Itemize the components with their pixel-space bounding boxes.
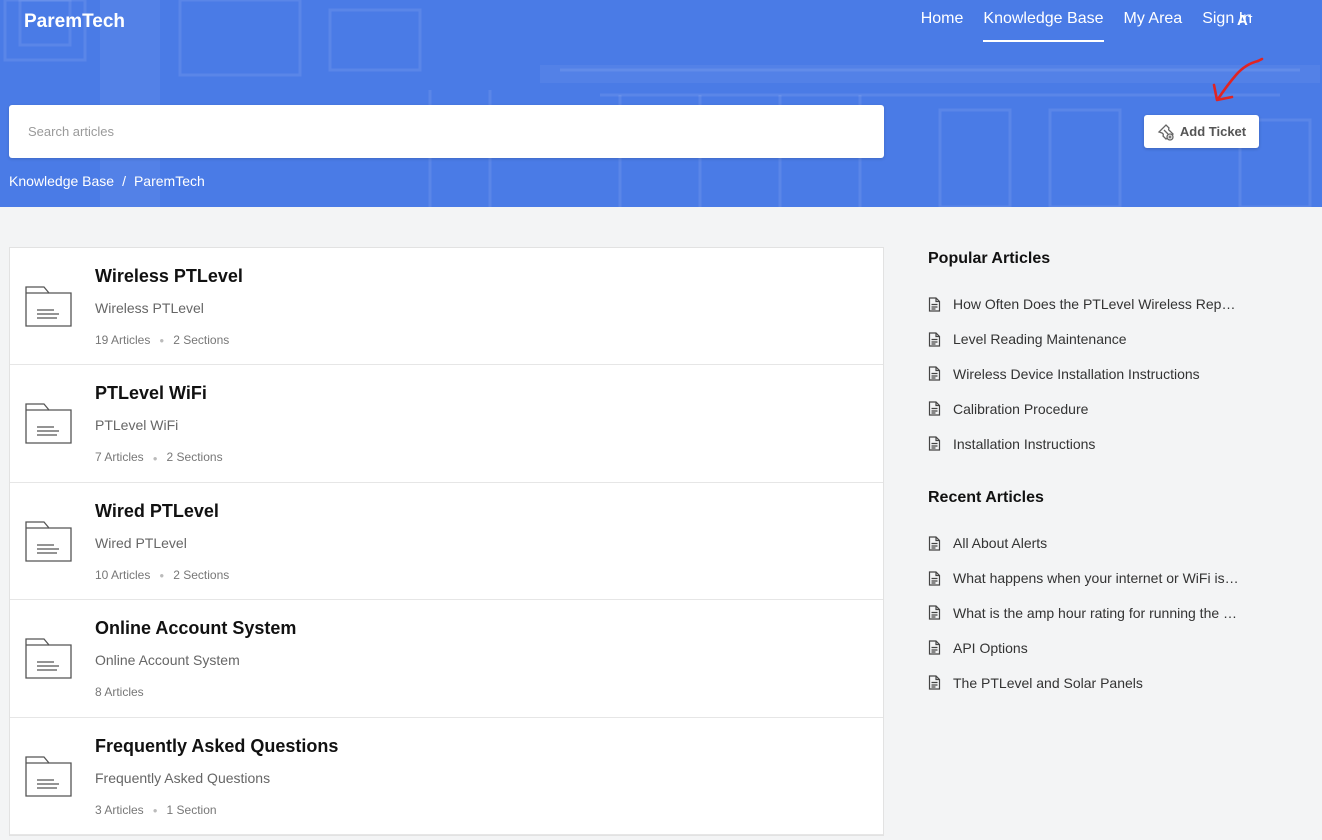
category-meta: 3 Articles ● 1 Section: [95, 803, 217, 817]
article-title: How Often Does the PTLevel Wireless Repo…: [953, 296, 1239, 313]
article-title: The PTLevel and Solar Panels: [953, 674, 1143, 691]
add-ticket-button[interactable]: Add Ticket: [1144, 115, 1259, 148]
document-icon: [928, 366, 941, 382]
breadcrumb-separator: /: [122, 173, 126, 189]
nav-my-area[interactable]: My Area: [1124, 10, 1183, 40]
nav-home[interactable]: Home: [921, 10, 964, 40]
folder-icon: [25, 286, 72, 327]
category-title[interactable]: Wireless PTLevel: [95, 266, 243, 287]
category-title[interactable]: Wired PTLevel: [95, 501, 219, 522]
category-item[interactable]: Frequently Asked Questions Frequently As…: [10, 718, 883, 835]
article-count: 3 Articles: [95, 802, 144, 817]
document-icon: [928, 436, 941, 451]
red-arrow-annotation: [1212, 57, 1264, 102]
recent-articles-heading: Recent Articles: [928, 489, 1044, 506]
article-title: All About Alerts: [953, 535, 1048, 552]
document-icon: [928, 571, 941, 586]
folder-icon: [25, 755, 72, 797]
document-icon: [928, 297, 941, 312]
accessibility-button[interactable]: A+: [1237, 12, 1253, 29]
popular-article-link[interactable]: Wireless Device Installation Instruction…: [928, 357, 1248, 392]
article-title: What is the amp hour rating for running …: [953, 604, 1239, 621]
ticket-icon: [1157, 123, 1174, 141]
article-title: Calibration Procedure: [953, 400, 1089, 417]
category-description: Wireless PTLevel: [95, 300, 204, 316]
document-icon: [928, 640, 941, 655]
brand-logo[interactable]: ParemTech: [24, 11, 125, 33]
section-count: 2 Sections: [173, 567, 230, 582]
header-banner: ParemTech Home Knowledge Base My Area Si…: [0, 0, 1322, 207]
popular-articles-heading: Popular Articles: [928, 250, 1051, 267]
article-count: 8 Articles: [95, 685, 144, 700]
category-description: Wired PTLevel: [95, 534, 187, 551]
recent-articles-panel: Recent Articles All About Alerts What ha…: [928, 489, 1248, 700]
category-title[interactable]: Online Account System: [95, 618, 296, 639]
popular-articles-list: How Often Does the PTLevel Wireless Repo…: [928, 287, 1248, 461]
article-title: Level Reading Maintenance: [953, 331, 1127, 348]
category-meta: 8 Articles: [95, 685, 144, 699]
document-icon: [928, 332, 941, 347]
section-count: 2 Sections: [173, 333, 230, 347]
category-meta: 7 Articles ● 2 Sections: [95, 450, 223, 464]
popular-articles-panel: Popular Articles How Often Does the PTLe…: [928, 250, 1248, 461]
section-count: 1 Section: [166, 802, 217, 817]
nav-knowledge-base[interactable]: Knowledge Base: [983, 10, 1104, 42]
recent-article-link[interactable]: API Options: [928, 630, 1248, 665]
document-icon: [928, 605, 941, 621]
category-item[interactable]: Wired PTLevel Wired PTLevel 10 Articles ●…: [10, 483, 883, 601]
recent-article-link[interactable]: The PTLevel and Solar Panels: [928, 665, 1248, 700]
breadcrumb-current[interactable]: ParemTech: [134, 173, 205, 189]
document-icon: [928, 675, 941, 690]
document-icon: [928, 401, 941, 416]
article-title: Installation Instructions: [953, 435, 1096, 452]
breadcrumb-knowledge-base[interactable]: Knowledge Base: [9, 173, 114, 189]
section-count: 2 Sections: [166, 450, 223, 465]
search-box: [9, 105, 884, 158]
recent-articles-list: All About Alerts What happens when your …: [928, 526, 1248, 700]
article-title: Wireless Device Installation Instruction…: [953, 365, 1200, 382]
category-title[interactable]: PTLevel WiFi: [95, 383, 207, 404]
folder-icon: [25, 638, 72, 679]
folder-icon: [25, 403, 72, 445]
add-ticket-label: Add Ticket: [1179, 124, 1247, 139]
accessibility-icon: A: [1237, 12, 1248, 29]
article-title: API Options: [953, 639, 1028, 656]
category-description: PTLevel WiFi: [95, 417, 179, 434]
category-list: Wireless PTLevel Wireless PTLevel 19 Art…: [9, 247, 884, 836]
category-title[interactable]: Frequently Asked Questions: [95, 736, 338, 757]
popular-article-link[interactable]: Level Reading Maintenance: [928, 322, 1248, 357]
category-item[interactable]: PTLevel WiFi PTLevel WiFi 7 Articles ● 2 S…: [10, 365, 883, 483]
breadcrumb: Knowledge Base / ParemTech: [9, 173, 205, 189]
category-item[interactable]: Wireless PTLevel Wireless PTLevel 19 Art…: [10, 248, 883, 366]
top-navigation: Home Knowledge Base My Area Sign In: [921, 10, 1252, 42]
dot-separator: ●: [159, 571, 165, 581]
category-item[interactable]: Online Account System Online Account Sys…: [10, 600, 883, 718]
recent-article-link[interactable]: All About Alerts: [928, 526, 1248, 561]
popular-article-link[interactable]: Calibration Procedure: [928, 391, 1248, 426]
dot-separator: ●: [152, 453, 158, 463]
article-count: 19 Articles: [95, 333, 151, 347]
category-meta: 19 Articles ● 2 Sections: [95, 333, 229, 347]
popular-article-link[interactable]: How Often Does the PTLevel Wireless Repo…: [928, 287, 1248, 322]
category-description: Frequently Asked Questions: [95, 769, 271, 786]
recent-article-link[interactable]: What is the amp hour rating for running …: [928, 596, 1248, 631]
search-input[interactable]: [9, 105, 884, 158]
dot-separator: ●: [159, 336, 165, 346]
folder-icon: [25, 521, 72, 562]
article-count: 10 Articles: [95, 567, 151, 582]
recent-article-link[interactable]: What happens when your internet or WiFi …: [928, 561, 1248, 596]
popular-article-link[interactable]: Installation Instructions: [928, 426, 1248, 461]
article-count: 7 Articles: [95, 450, 144, 465]
article-title: What happens when your internet or WiFi …: [953, 570, 1239, 587]
dot-separator: ●: [152, 805, 158, 815]
category-meta: 10 Articles ● 2 Sections: [95, 568, 229, 582]
document-icon: [928, 536, 941, 551]
category-description: Online Account System: [95, 652, 240, 669]
